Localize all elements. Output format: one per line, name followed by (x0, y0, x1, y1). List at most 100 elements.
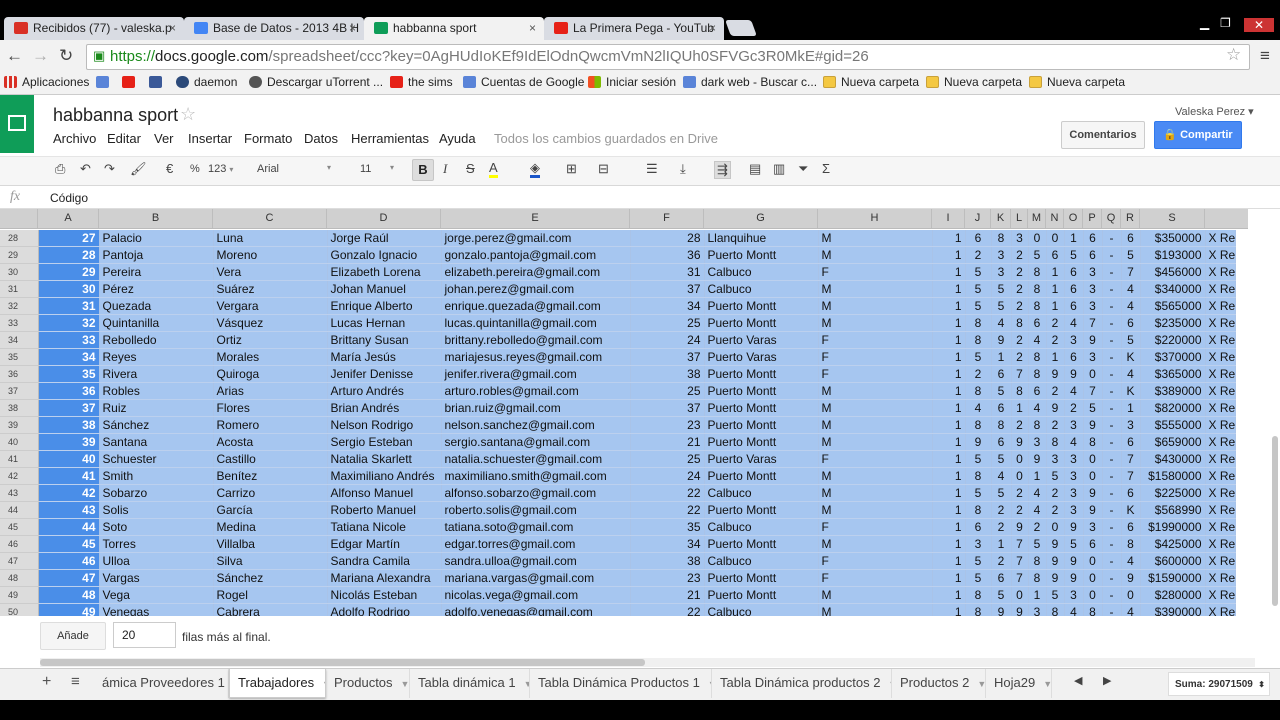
column-header-r[interactable]: R (1121, 209, 1140, 228)
cell-apellido-paterno[interactable]: Vargas (99, 569, 214, 587)
cell-id[interactable]: 42 (38, 484, 100, 502)
fill-color-icon[interactable]: ◈ (530, 161, 540, 178)
cell-rut-digit[interactable]: 7 (1121, 450, 1141, 468)
chevron-down-icon[interactable]: ▼ (401, 679, 409, 689)
cell-rut-digit[interactable]: 3 (1064, 450, 1084, 468)
cell-nombre[interactable]: Mariana Alexandra (327, 569, 442, 587)
cell-sueldo[interactable]: $1580000 (1140, 467, 1206, 485)
cell-rut-digit[interactable]: 2 (965, 246, 992, 264)
cell-rut-digit[interactable]: 6 (1121, 518, 1141, 536)
cell-rut-digit[interactable]: 3 (1064, 467, 1084, 485)
table-row[interactable]: 50 49 Venegas Cabrera Adolfo Rodrigo adolfo.v… (0, 603, 1236, 616)
menu-herramientas[interactable]: Herramientas (351, 131, 429, 146)
cell-i[interactable]: 1 (932, 365, 966, 383)
cell-sexo[interactable]: M (818, 416, 933, 434)
cell-rut-digit[interactable]: 5 (965, 552, 992, 570)
vertical-scrollbar-thumb[interactable] (1272, 436, 1278, 606)
cell-ciudad[interactable]: Puerto Montt (704, 433, 819, 451)
column-header-b[interactable]: B (99, 209, 213, 228)
cell-id[interactable]: 28 (38, 246, 100, 264)
cell-rut-digit[interactable]: 2 (1011, 501, 1029, 519)
cell-apellido-materno[interactable]: Benítez (213, 467, 328, 485)
column-header-m[interactable]: M (1028, 209, 1046, 228)
cell-rut-digit[interactable]: 0 (1011, 586, 1029, 604)
cell-rut-digit[interactable]: 7 (1011, 552, 1029, 570)
cell-rut-digit[interactable]: 4 (1064, 314, 1084, 332)
cell-edad[interactable]: 25 (630, 314, 705, 332)
row-number[interactable]: 41 (0, 450, 39, 468)
cell-apellido-materno[interactable]: Castillo (213, 450, 328, 468)
cell-edad[interactable]: 21 (630, 586, 705, 604)
cell-tipo[interactable]: X Re (1205, 297, 1236, 315)
cell-id[interactable]: 47 (38, 569, 100, 587)
cell-rut-digit[interactable]: 4 (1121, 365, 1141, 383)
column-header-e[interactable]: E (441, 209, 630, 228)
cell-rut-digit[interactable]: 7 (1011, 569, 1029, 587)
cell-rut-digit[interactable]: 5 (965, 348, 992, 366)
cell-rut-digit[interactable]: 3 (1064, 331, 1084, 349)
cell-rut-digit[interactable]: 8 (965, 603, 992, 616)
cell-rut-digit[interactable]: 7 (1083, 382, 1103, 400)
cell-sexo[interactable]: F (818, 450, 933, 468)
cell-rut-digit[interactable]: 3 (1083, 518, 1103, 536)
cell-rut-digit[interactable]: 2 (1046, 314, 1065, 332)
cell-id[interactable]: 37 (38, 399, 100, 417)
cell-edad[interactable]: 38 (630, 552, 705, 570)
cell-nombre[interactable]: Elizabeth Lorena (327, 263, 442, 281)
cell-i[interactable]: 1 (932, 535, 966, 553)
cell-rut-digit[interactable]: 8 (1011, 314, 1029, 332)
column-header-g[interactable]: G (704, 209, 818, 228)
cell-rut-digit[interactable]: - (1102, 314, 1122, 332)
cell-tipo[interactable]: X Re (1205, 450, 1236, 468)
row-number[interactable]: 46 (0, 535, 39, 553)
sheet-tab-3[interactable]: Tabla dinámica 1▼ (410, 669, 530, 698)
cell-rut-digit[interactable]: 5 (991, 297, 1012, 315)
text-color-button[interactable]: A (489, 161, 498, 178)
row-number[interactable]: 40 (0, 433, 39, 451)
cell-sueldo[interactable]: $193000 (1140, 246, 1206, 264)
spreadsheet-grid[interactable]: 28 27 Palacio Luna Jorge Raúl jorge.perez@gma… (0, 230, 1270, 616)
sheet-tab-0[interactable]: ámica Proveedores 1▼ (94, 669, 229, 698)
cell-rut-digit[interactable]: - (1102, 467, 1122, 485)
cell-rut-digit[interactable]: 8 (1028, 365, 1047, 383)
cell-rut-digit[interactable]: 1 (1121, 399, 1141, 417)
cell-rut-digit[interactable]: 9 (1046, 399, 1065, 417)
cell-apellido-materno[interactable]: Vera (213, 263, 328, 281)
cell-rut-digit[interactable]: 0 (1046, 230, 1065, 247)
cell-ciudad[interactable]: Puerto Montt (704, 535, 819, 553)
cell-rut-digit[interactable]: 5 (991, 450, 1012, 468)
cell-rut-digit[interactable]: 6 (1083, 246, 1103, 264)
cell-rut-digit[interactable]: - (1102, 416, 1122, 434)
cell-rut-digit[interactable]: 3 (1011, 230, 1029, 247)
cell-sueldo[interactable]: $280000 (1140, 586, 1206, 604)
cell-edad[interactable]: 34 (630, 535, 705, 553)
cell-rut-digit[interactable]: 8 (1083, 603, 1103, 616)
cell-ciudad[interactable]: Puerto Varas (704, 450, 819, 468)
row-number[interactable]: 33 (0, 314, 39, 332)
cell-rut-digit[interactable]: 7 (1121, 263, 1141, 281)
cell-i[interactable]: 1 (932, 263, 966, 281)
cell-rut-digit[interactable]: 6 (1121, 230, 1141, 247)
cell-rut-digit[interactable]: 1 (1028, 586, 1047, 604)
cell-id[interactable]: 38 (38, 416, 100, 434)
cell-apellido-materno[interactable]: Acosta (213, 433, 328, 451)
cell-id[interactable]: 41 (38, 467, 100, 485)
minimize-icon[interactable]: ▁ (1200, 16, 1209, 30)
cell-tipo[interactable]: X Re (1205, 416, 1236, 434)
cell-ciudad[interactable]: Puerto Montt (704, 467, 819, 485)
cell-rut-digit[interactable]: 4 (1028, 501, 1047, 519)
scroll-tabs-left-icon[interactable]: ◀ (1074, 674, 1082, 687)
cell-rut-digit[interactable]: 6 (991, 433, 1012, 451)
cell-apellido-paterno[interactable]: Robles (99, 382, 214, 400)
cell-rut-digit[interactable]: - (1102, 518, 1122, 536)
chart-icon[interactable]: ▥ (773, 161, 785, 177)
cell-i[interactable]: 1 (932, 246, 966, 264)
cell-sexo[interactable]: M (818, 382, 933, 400)
cell-apellido-materno[interactable]: Sánchez (213, 569, 328, 587)
table-row[interactable]: 46 45 Torres Villalba Edgar Martín edgar.torr… (0, 535, 1236, 553)
cell-nombre[interactable]: Enrique Alberto (327, 297, 442, 315)
cell-tipo[interactable]: X Re (1205, 331, 1236, 349)
sheet-tab-5[interactable]: Tabla Dinámica productos 2▼ (712, 669, 892, 698)
table-row[interactable]: 28 27 Palacio Luna Jorge Raúl jorge.perez@gma… (0, 230, 1236, 247)
bookmark-google[interactable] (96, 75, 114, 89)
